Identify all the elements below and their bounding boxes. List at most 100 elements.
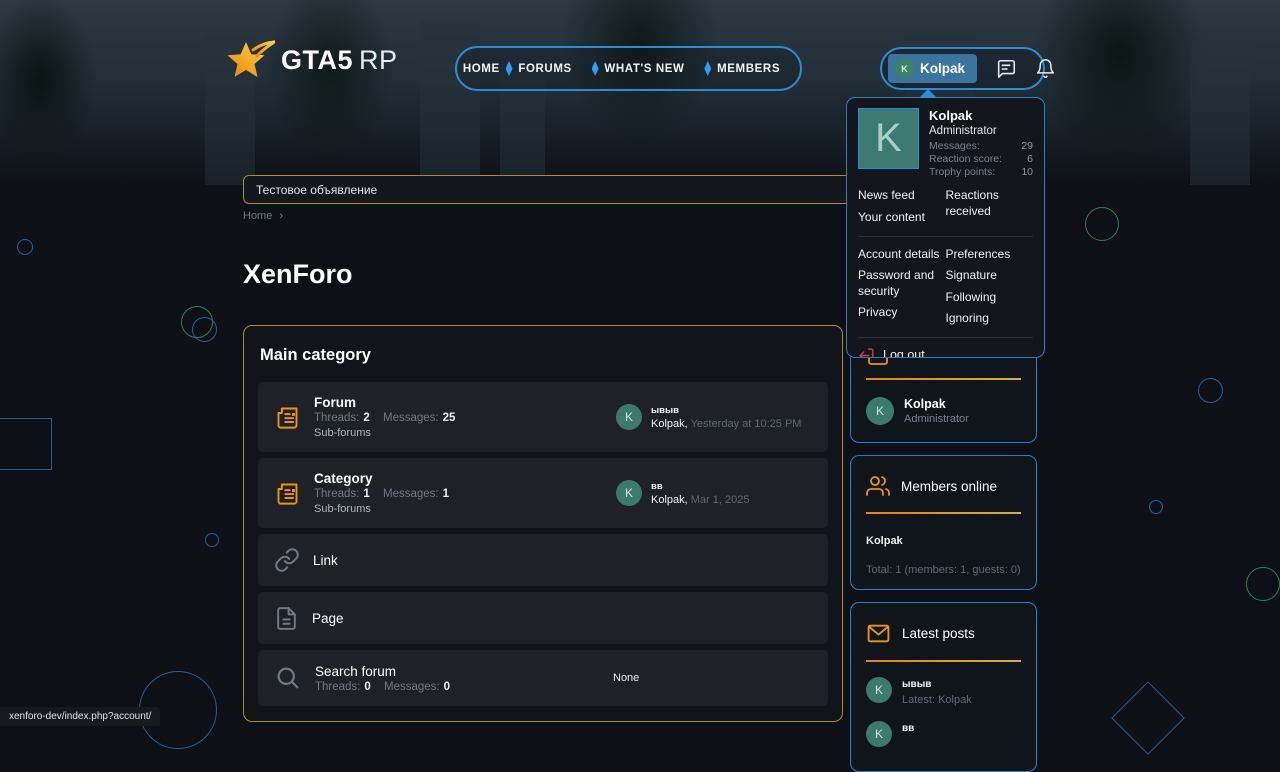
main-nav: HOME FORUMS WHAT'S NEW MEMBERS <box>455 46 802 91</box>
site-logo[interactable]: GTA5RP <box>227 38 398 82</box>
stat-value: 29 <box>1021 140 1033 153</box>
avatar[interactable]: K <box>866 397 894 425</box>
menu-your-content[interactable]: Your content <box>858 207 946 229</box>
members-online-icon <box>866 474 890 498</box>
menu-following[interactable]: Following <box>946 287 1034 309</box>
avatar[interactable]: K <box>616 404 642 430</box>
latest-thread-title[interactable]: вв <box>651 481 749 492</box>
menu-signature[interactable]: Signature <box>946 265 1034 287</box>
online-member-name[interactable]: Kolpak <box>866 535 1021 547</box>
search-icon <box>274 664 302 692</box>
nav-home[interactable]: HOME <box>463 63 500 75</box>
header-background-photo <box>0 0 1280 185</box>
logo-text-bold: GTA5 <box>281 45 353 75</box>
staff-member-name[interactable]: Kolpak <box>904 397 969 411</box>
staff-member: K Kolpak Administrator <box>866 397 1021 425</box>
latest-post-item: K ывыв Latest: Kolpak <box>866 677 1021 706</box>
messages-count: 0 <box>444 681 450 693</box>
forum-row: Category Threads:1 Messages:1 Sub-forums… <box>258 458 828 528</box>
account-button[interactable]: K Kolpak <box>888 54 977 83</box>
latest-post: K вв Kolpak, Mar 1, 2025 <box>616 480 749 506</box>
latest-author[interactable]: Kolpak, <box>651 494 688 506</box>
latest-thread-title[interactable]: ывыв <box>651 405 801 416</box>
threads-label: Threads: <box>314 488 359 500</box>
avatar[interactable]: K <box>858 108 919 169</box>
latest-post-author: Latest: Kolpak <box>902 694 972 706</box>
breadcrumb-separator: › <box>279 210 283 222</box>
link-title[interactable]: Link <box>313 553 338 568</box>
latest-post-thread[interactable]: ывыв <box>902 679 972 690</box>
threads-count: 0 <box>364 681 370 693</box>
menu-reactions-received[interactable]: Reactions received <box>946 185 1034 222</box>
latest-author[interactable]: Kolpak, <box>651 418 688 430</box>
members-online-block: Members online Kolpak Total: 1 (members:… <box>850 455 1037 590</box>
decor-circle <box>17 239 33 255</box>
forum-icon <box>274 404 301 431</box>
alerts-bell-icon[interactable] <box>1035 58 1056 79</box>
decor-circle <box>1246 567 1280 601</box>
threads-count: 2 <box>363 412 369 424</box>
decor-circle <box>1198 378 1223 403</box>
notice-text: Тестовое объявление <box>256 183 377 197</box>
account-menu-pointer-icon <box>919 89 937 98</box>
menu-ignoring[interactable]: Ignoring <box>946 308 1034 330</box>
nav-separator-icon <box>592 61 599 76</box>
latest-date[interactable]: Mar 1, 2025 <box>691 494 750 506</box>
nav-whats-new[interactable]: WHAT'S NEW <box>604 63 698 75</box>
latest-date[interactable]: Yesterday at 10:25 PM <box>691 418 802 430</box>
menu-account-details[interactable]: Account details <box>858 244 946 266</box>
account-menu-username[interactable]: Kolpak <box>929 108 1033 123</box>
page-title-row[interactable]: Page <box>312 611 344 626</box>
nav-forums[interactable]: FORUMS <box>518 63 585 75</box>
forum-title[interactable]: Category <box>314 471 459 486</box>
page-title: XenForo <box>243 259 353 290</box>
logo-text-light: RP <box>359 45 398 75</box>
nav-separator-icon <box>506 61 513 76</box>
stat-label: Messages: <box>929 140 980 153</box>
link-icon <box>274 547 300 573</box>
members-online-title[interactable]: Members online <box>901 479 997 494</box>
stat-value: 10 <box>1021 166 1033 179</box>
subforums-toggle[interactable]: Sub-forums <box>314 427 465 439</box>
page-row: Page <box>258 592 828 644</box>
category-title[interactable]: Main category <box>244 326 842 382</box>
decor-diamond <box>1111 681 1185 755</box>
logout-button[interactable]: Log out <box>858 347 1033 358</box>
search-forum-title[interactable]: Search forum <box>315 664 460 679</box>
latest-post-item: K вв <box>866 721 1021 747</box>
conversations-icon[interactable] <box>995 58 1017 80</box>
threads-count: 1 <box>363 488 369 500</box>
user-toolbar: K Kolpak <box>880 47 1045 90</box>
stat-value: 6 <box>1027 153 1033 166</box>
logout-icon <box>858 347 875 358</box>
messages-count: 25 <box>443 412 456 424</box>
messages-label: Messages: <box>383 488 439 500</box>
avatar[interactable]: K <box>866 677 892 703</box>
latest-post-thread[interactable]: вв <box>902 723 914 734</box>
menu-privacy[interactable]: Privacy <box>858 302 946 324</box>
forum-title[interactable]: Forum <box>314 395 465 410</box>
avatar[interactable]: K <box>616 480 642 506</box>
breadcrumb: Home › <box>243 210 283 222</box>
avatar: K <box>895 59 914 78</box>
menu-password-security[interactable]: Password and security <box>858 265 946 302</box>
nav-separator-icon <box>704 61 711 76</box>
account-menu: K Kolpak Administrator Messages:29 React… <box>846 97 1045 358</box>
messages-label: Messages: <box>384 681 440 693</box>
subforums-toggle[interactable]: Sub-forums <box>314 503 459 515</box>
decor-circle <box>1149 500 1163 514</box>
search-forum-row: Search forum Threads:0 Messages:0 None <box>258 650 828 706</box>
menu-news-feed[interactable]: News feed <box>858 185 946 207</box>
stat-label: Trophy points: <box>929 166 995 179</box>
nav-forums-label: FORUMS <box>518 63 571 75</box>
menu-preferences[interactable]: Preferences <box>946 244 1034 266</box>
logo-star-icon <box>227 38 275 82</box>
latest-posts-title[interactable]: Latest posts <box>902 626 975 641</box>
forum-icon <box>274 480 301 507</box>
nav-members-label: MEMBERS <box>717 63 780 75</box>
avatar[interactable]: K <box>866 721 892 747</box>
nav-members[interactable]: MEMBERS <box>717 63 794 75</box>
avatar-letter: K <box>901 64 908 74</box>
link-row: Link <box>258 534 828 586</box>
breadcrumb-home[interactable]: Home <box>243 210 272 222</box>
